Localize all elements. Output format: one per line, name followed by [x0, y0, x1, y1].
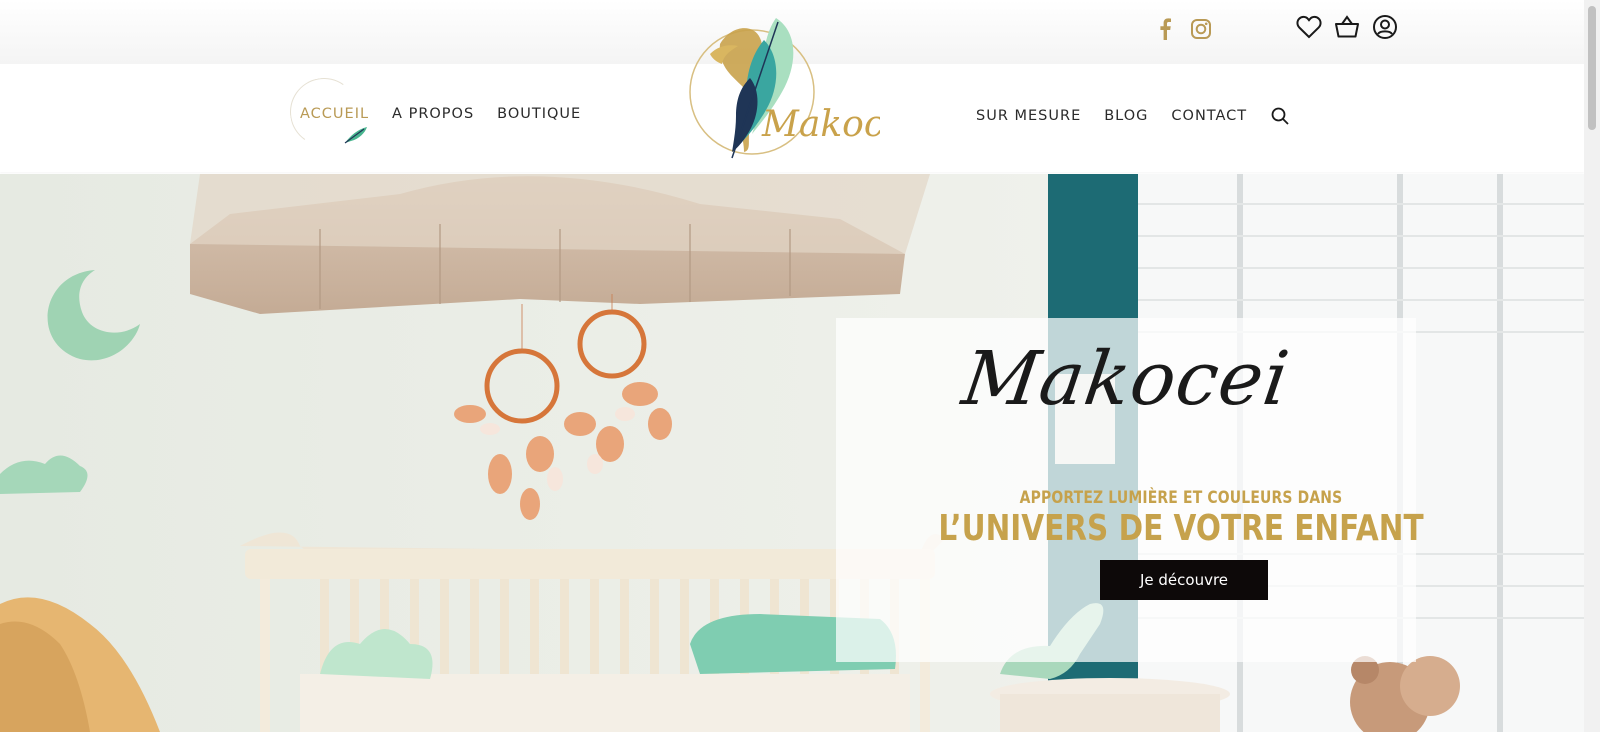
- facebook-icon[interactable]: [1152, 16, 1178, 42]
- scrollbar-thumb[interactable]: [1588, 6, 1596, 130]
- hero-tagline-line1: APPORTEZ LUMIÈRE ET COULEURS DANS: [1019, 488, 1343, 508]
- nav-boutique[interactable]: BOUTIQUE: [497, 106, 581, 122]
- nav-a-propos[interactable]: A PROPOS: [392, 106, 474, 122]
- feather-icon: [344, 126, 368, 148]
- user-icons: [1296, 14, 1398, 40]
- account-icon[interactable]: [1372, 14, 1398, 40]
- search-icon[interactable]: [1270, 106, 1290, 126]
- hero-script-title: Makocei: [957, 336, 1295, 422]
- nav-contact[interactable]: CONTACT: [1171, 108, 1247, 124]
- nav-blog[interactable]: BLOG: [1104, 108, 1148, 124]
- instagram-icon[interactable]: [1188, 16, 1214, 42]
- page: ACCUEIL A PROPOS BOUTIQUE SUR MESURE BLO…: [0, 0, 1584, 732]
- social-links: [1152, 16, 1214, 42]
- discover-button[interactable]: Je découvre: [1100, 560, 1268, 600]
- nav-accueil[interactable]: ACCUEIL: [284, 72, 369, 152]
- scrollbar[interactable]: [1584, 0, 1600, 732]
- nav-sur-mesure[interactable]: SUR MESURE: [976, 108, 1081, 124]
- nav-right: SUR MESURE BLOG CONTACT: [976, 106, 1290, 126]
- hero-card: Makocei APPORTEZ LUMIÈRE ET COULEURS DAN…: [836, 318, 1424, 662]
- nav-left: ACCUEIL A PROPOS BOUTIQUE: [284, 72, 581, 152]
- hero-tagline-line2: L’UNIVERS DE VOTRE ENFANT: [938, 508, 1424, 549]
- logo[interactable]: Makocei: [680, 14, 917, 170]
- logo-wordmark: Makocei: [761, 104, 880, 145]
- hero: Makocei APPORTEZ LUMIÈRE ET COULEURS DAN…: [0, 174, 1584, 732]
- heart-icon[interactable]: [1296, 14, 1322, 40]
- basket-icon[interactable]: [1334, 14, 1360, 40]
